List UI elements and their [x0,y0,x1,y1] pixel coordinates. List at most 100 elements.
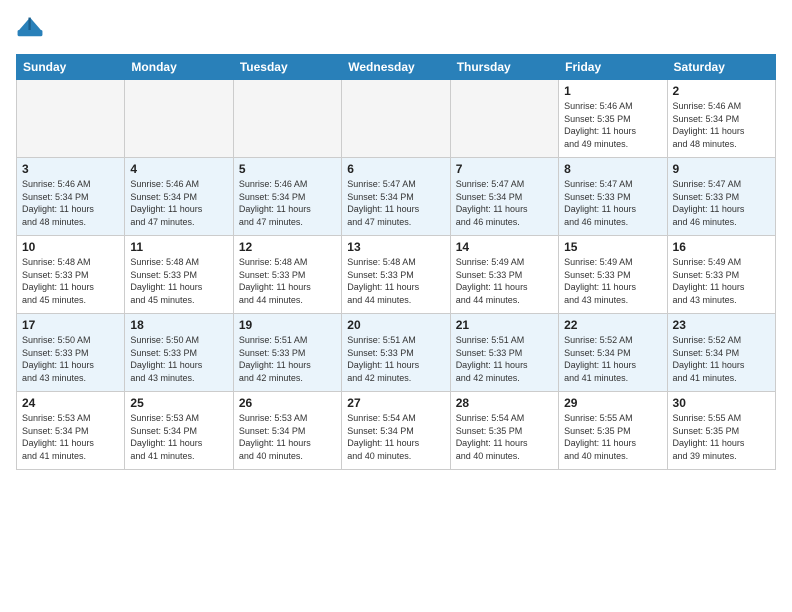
day-info: Sunrise: 5:53 AM Sunset: 5:34 PM Dayligh… [22,412,119,462]
week-row-2: 3 Sunrise: 5:46 AM Sunset: 5:34 PM Daylig… [17,158,776,236]
day-info: Sunrise: 5:54 AM Sunset: 5:34 PM Dayligh… [347,412,444,462]
day-info: Sunrise: 5:53 AM Sunset: 5:34 PM Dayligh… [239,412,336,462]
day-cell-15: 15 Sunrise: 5:49 AM Sunset: 5:33 PM Dayli… [559,236,667,314]
day-number: 24 [22,396,119,410]
day-info: Sunrise: 5:48 AM Sunset: 5:33 PM Dayligh… [239,256,336,306]
day-cell-2: 2 Sunrise: 5:46 AM Sunset: 5:34 PM Daylig… [667,80,775,158]
day-cell-25: 25Sunrise: 5:53 AM Sunset: 5:34 PM Dayli… [125,392,233,470]
day-cell-13: 13Sunrise: 5:48 AM Sunset: 5:33 PM Dayli… [342,236,450,314]
day-number: 4 [130,162,227,176]
week-row-5: 24 Sunrise: 5:53 AM Sunset: 5:34 PM Dayli… [17,392,776,470]
day-cell-24: 24 Sunrise: 5:53 AM Sunset: 5:34 PM Dayli… [17,392,125,470]
day-cell-26: 26 Sunrise: 5:53 AM Sunset: 5:34 PM Dayli… [233,392,341,470]
day-number: 30 [673,396,770,410]
day-cell-17: 17Sunrise: 5:50 AM Sunset: 5:33 PM Dayli… [17,314,125,392]
day-cell-5: 5 Sunrise: 5:46 AM Sunset: 5:34 PM Daylig… [233,158,341,236]
day-cell-29: 29Sunrise: 5:55 AM Sunset: 5:35 PM Dayli… [559,392,667,470]
day-number: 15 [564,240,661,254]
day-number: 3 [22,162,119,176]
day-info: Sunrise: 5:49 AM Sunset: 5:33 PM Dayligh… [564,256,661,306]
day-cell-3: 3 Sunrise: 5:46 AM Sunset: 5:34 PM Daylig… [17,158,125,236]
day-info: Sunrise: 5:52 AM Sunset: 5:34 PM Dayligh… [564,334,661,384]
weekday-saturday: Saturday [667,55,775,80]
day-info: Sunrise: 5:51 AM Sunset: 5:33 PM Dayligh… [239,334,336,384]
day-cell-22: 22 Sunrise: 5:52 AM Sunset: 5:34 PM Dayli… [559,314,667,392]
day-cell-12: 12 Sunrise: 5:48 AM Sunset: 5:33 PM Dayli… [233,236,341,314]
day-number: 6 [347,162,444,176]
day-number: 19 [239,318,336,332]
day-info: Sunrise: 5:55 AM Sunset: 5:35 PM Dayligh… [673,412,770,462]
day-info: Sunrise: 5:46 AM Sunset: 5:35 PM Dayligh… [564,100,661,150]
weekday-header-row: SundayMondayTuesdayWednesdayThursdayFrid… [17,55,776,80]
day-cell-18: 18 Sunrise: 5:50 AM Sunset: 5:33 PM Dayli… [125,314,233,392]
day-number: 20 [347,318,444,332]
day-number: 29 [564,396,661,410]
day-cell-7: 7 Sunrise: 5:47 AM Sunset: 5:34 PM Daylig… [450,158,558,236]
day-info: Sunrise: 5:50 AM Sunset: 5:33 PM Dayligh… [22,334,119,384]
day-info: Sunrise: 5:54 AM Sunset: 5:35 PM Dayligh… [456,412,553,462]
day-number: 14 [456,240,553,254]
day-cell-14: 14 Sunrise: 5:49 AM Sunset: 5:33 PM Dayli… [450,236,558,314]
day-info: Sunrise: 5:46 AM Sunset: 5:34 PM Dayligh… [130,178,227,228]
day-number: 12 [239,240,336,254]
day-info: Sunrise: 5:47 AM Sunset: 5:34 PM Dayligh… [347,178,444,228]
day-info: Sunrise: 5:51 AM Sunset: 5:33 PM Dayligh… [347,334,444,384]
day-number: 9 [673,162,770,176]
day-info: Sunrise: 5:46 AM Sunset: 5:34 PM Dayligh… [22,178,119,228]
page: SundayMondayTuesdayWednesdayThursdayFrid… [0,0,792,612]
day-info: Sunrise: 5:47 AM Sunset: 5:33 PM Dayligh… [564,178,661,228]
day-cell-27: 27 Sunrise: 5:54 AM Sunset: 5:34 PM Dayli… [342,392,450,470]
day-info: Sunrise: 5:47 AM Sunset: 5:34 PM Dayligh… [456,178,553,228]
empty-cell [17,80,125,158]
week-row-1: 1 Sunrise: 5:46 AM Sunset: 5:35 PM Daylig… [17,80,776,158]
day-cell-6: 6 Sunrise: 5:47 AM Sunset: 5:34 PM Daylig… [342,158,450,236]
day-info: Sunrise: 5:53 AM Sunset: 5:34 PM Dayligh… [130,412,227,462]
day-number: 26 [239,396,336,410]
day-number: 1 [564,84,661,98]
weekday-sunday: Sunday [17,55,125,80]
empty-cell [125,80,233,158]
day-info: Sunrise: 5:51 AM Sunset: 5:33 PM Dayligh… [456,334,553,384]
day-number: 11 [130,240,227,254]
empty-cell [450,80,558,158]
day-cell-8: 8 Sunrise: 5:47 AM Sunset: 5:33 PM Daylig… [559,158,667,236]
day-info: Sunrise: 5:48 AM Sunset: 5:33 PM Dayligh… [347,256,444,306]
week-row-3: 10 Sunrise: 5:48 AM Sunset: 5:33 PM Dayli… [17,236,776,314]
day-info: Sunrise: 5:48 AM Sunset: 5:33 PM Dayligh… [130,256,227,306]
day-cell-21: 21Sunrise: 5:51 AM Sunset: 5:33 PM Dayli… [450,314,558,392]
day-cell-20: 20 Sunrise: 5:51 AM Sunset: 5:33 PM Dayli… [342,314,450,392]
day-number: 8 [564,162,661,176]
day-cell-30: 30 Sunrise: 5:55 AM Sunset: 5:35 PM Dayli… [667,392,775,470]
day-number: 7 [456,162,553,176]
day-number: 2 [673,84,770,98]
empty-cell [233,80,341,158]
day-number: 22 [564,318,661,332]
day-info: Sunrise: 5:46 AM Sunset: 5:34 PM Dayligh… [673,100,770,150]
day-cell-9: 9 Sunrise: 5:47 AM Sunset: 5:33 PM Daylig… [667,158,775,236]
weekday-tuesday: Tuesday [233,55,341,80]
weekday-monday: Monday [125,55,233,80]
week-row-4: 17Sunrise: 5:50 AM Sunset: 5:33 PM Dayli… [17,314,776,392]
weekday-wednesday: Wednesday [342,55,450,80]
day-info: Sunrise: 5:47 AM Sunset: 5:33 PM Dayligh… [673,178,770,228]
day-cell-16: 16Sunrise: 5:49 AM Sunset: 5:33 PM Dayli… [667,236,775,314]
day-number: 5 [239,162,336,176]
day-number: 27 [347,396,444,410]
logo [16,16,48,44]
header [16,16,776,44]
day-info: Sunrise: 5:46 AM Sunset: 5:34 PM Dayligh… [239,178,336,228]
day-cell-10: 10 Sunrise: 5:48 AM Sunset: 5:33 PM Dayli… [17,236,125,314]
weekday-thursday: Thursday [450,55,558,80]
day-number: 18 [130,318,227,332]
day-number: 23 [673,318,770,332]
day-number: 10 [22,240,119,254]
day-info: Sunrise: 5:50 AM Sunset: 5:33 PM Dayligh… [130,334,227,384]
day-cell-11: 11 Sunrise: 5:48 AM Sunset: 5:33 PM Dayli… [125,236,233,314]
day-cell-4: 4 Sunrise: 5:46 AM Sunset: 5:34 PM Daylig… [125,158,233,236]
weekday-friday: Friday [559,55,667,80]
empty-cell [342,80,450,158]
day-info: Sunrise: 5:48 AM Sunset: 5:33 PM Dayligh… [22,256,119,306]
calendar: SundayMondayTuesdayWednesdayThursdayFrid… [16,54,776,470]
day-info: Sunrise: 5:49 AM Sunset: 5:33 PM Dayligh… [456,256,553,306]
logo-icon [16,16,44,44]
